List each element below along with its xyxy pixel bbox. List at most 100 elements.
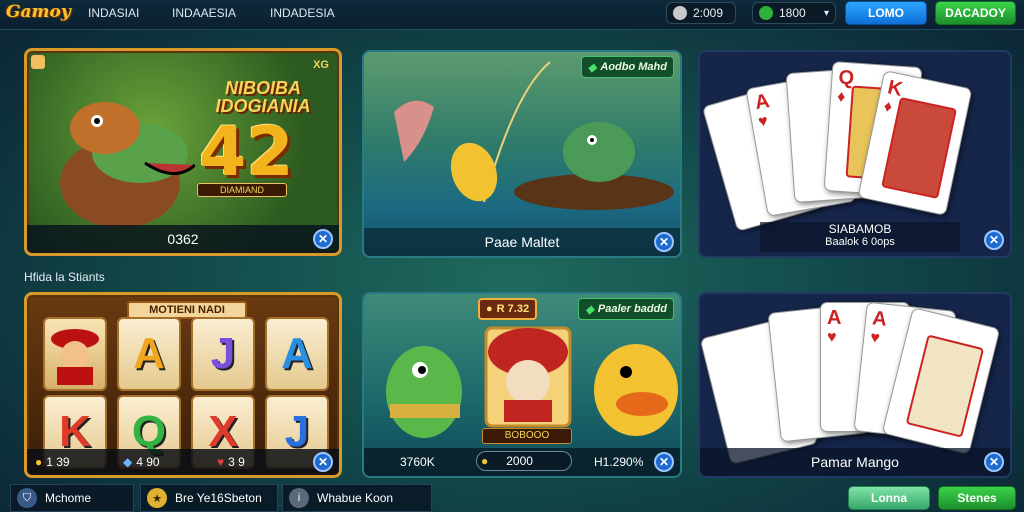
game-card-slot-42[interactable]: NIBOIBA IDOGIANIA 42 DIAMIAND XG 0362 ✕ (24, 48, 342, 256)
bottom-nav-second[interactable]: ★ Bre Ye16Sbeton (140, 484, 278, 512)
shield-icon: ⛉ (17, 488, 37, 508)
fishing-scene-art (394, 61, 674, 210)
fish-tag-right-text: Paaler baddd (597, 303, 667, 315)
close-icon[interactable]: ✕ (984, 452, 1004, 472)
diamond-icon: ♦ (836, 88, 846, 106)
king-face-art (881, 96, 957, 199)
avatar-icon (673, 6, 687, 20)
login-button[interactable]: LOMO (845, 1, 927, 25)
coin-icon: ● (481, 454, 489, 468)
top-bar: Gamoy INDASIAI INDAAESIA INDADESIA 2:009… (0, 0, 1024, 30)
card-rank: A (827, 307, 842, 329)
coin-icon: ● (35, 455, 43, 469)
coin-icon: ● (486, 303, 493, 315)
reel-cell: A (265, 317, 329, 391)
stat-value: 2000 (506, 454, 533, 468)
card-rank: K (707, 338, 727, 364)
heart-icon: ♥ (217, 455, 225, 469)
slot-title-text: NIBOIBA IDOGIANIA (215, 78, 311, 116)
fish-center-label: BOBOOO (482, 428, 572, 444)
nav-link-1[interactable]: INDASIAI (88, 6, 139, 20)
bottom-nav-third[interactable]: i Whabue Koon (282, 484, 432, 512)
card-rank: A (753, 90, 772, 115)
game-card-fishing[interactable]: ◆ Aodbo Mahd Paae Maltet ✕ (362, 50, 682, 258)
fishing-tag: ◆ Aodbo Mahd (580, 56, 674, 78)
close-icon[interactable]: ✕ (313, 452, 333, 472)
close-icon[interactable]: ✕ (654, 452, 674, 472)
heart-icon: ♥ (869, 329, 881, 348)
stat-value: 4 90 (136, 455, 160, 469)
card-footer: Paae Maltet (364, 228, 680, 256)
bottom-nav-home[interactable]: ⛉ Mchome (10, 484, 134, 512)
stat-value: 3760K (400, 455, 435, 469)
stat-right: H1.290% (594, 455, 643, 469)
footer-button-b[interactable]: Stenes (938, 486, 1016, 510)
info-icon: i (289, 488, 309, 508)
heart-icon: ♥ (827, 329, 837, 346)
register-button[interactable]: DACADOY (935, 1, 1016, 25)
stat-hearts: ♥ 3 9 (217, 455, 245, 469)
brand-logo[interactable]: Gamoy (6, 2, 71, 22)
dragon-creature-art (60, 102, 195, 228)
nav-link-3[interactable]: INDADESIA (270, 6, 335, 20)
fish-tag-right: ◆ Paaler baddd (578, 298, 674, 320)
close-icon[interactable]: ✕ (984, 230, 1004, 250)
stat-value: 1 39 (46, 455, 70, 469)
gem-icon: ◆ (585, 303, 594, 316)
stat-coins: ● 1 39 (35, 455, 70, 469)
card-rank: A (871, 307, 888, 331)
spade-icon: ♠ (909, 334, 922, 354)
pirate-character-icon (51, 329, 99, 385)
bottom-nav-label: Bre Ye16Sbeton (175, 491, 262, 505)
slot-big-number: 42 (199, 113, 294, 192)
slot-title-art: NIBOIBA IDOGIANIA (203, 79, 323, 115)
card-footer: Pamar Mango (700, 448, 1010, 476)
spade-icon: ♠ (794, 99, 805, 117)
stat-value: H1.290% (594, 455, 644, 469)
bottom-bar: ⛉ Mchome ★ Bre Ye16Sbeton i Whabue Koon … (0, 484, 1024, 512)
stat-value: 3 9 (228, 455, 245, 469)
heart-icon: ♥ (756, 112, 770, 131)
reel-cell: J (191, 317, 255, 391)
card-footer-label: 0362 (167, 231, 199, 247)
game-card-fish-characters[interactable]: ● R 7.32 ◆ Paaler baddd BOBOOO 3760K ● 20… (362, 292, 682, 478)
card-footer-subtitle: Baalok 6 0ops (825, 236, 895, 248)
stat-gems: ◆ 4 90 (123, 455, 160, 469)
card-rank: A (709, 105, 730, 131)
fish-tag-left: ● R 7.32 (478, 298, 538, 320)
spade-icon: ♠ (777, 338, 788, 357)
reel-cell: A (117, 317, 181, 391)
close-icon[interactable]: ✕ (313, 229, 333, 249)
fish-tag-left-text: R 7.32 (496, 303, 530, 315)
card-rank: K (774, 315, 792, 340)
card-footer: 0362 (27, 225, 339, 253)
spade-icon: ♠ (712, 361, 726, 380)
card-footer-title: SIABAMOB (828, 222, 892, 236)
balance-a-value: 2:009 (693, 6, 724, 20)
gem-icon: ◆ (123, 455, 133, 469)
gem-icon: ◆ (587, 61, 597, 74)
card-footer: SIABAMOB Baalok 6 0ops (760, 222, 960, 252)
star-icon: ★ (147, 488, 167, 508)
slot-subtitle: DIAMIAND (197, 183, 287, 197)
corner-badge: XG (313, 59, 329, 71)
corner-ornament-icon (31, 55, 45, 69)
card-footer-label: Paae Maltet (484, 234, 560, 250)
game-card-cards[interactable]: A ♠ A ♥ J ♠ Q ♦ K ♦ SIABAMOB Baalok 6 0ops ✕ (698, 50, 1012, 258)
close-icon[interactable]: ✕ (654, 232, 674, 252)
chevron-down-icon: ▾ (823, 7, 829, 19)
section-heading: Hfida la Stiants (24, 270, 105, 284)
spade-icon: ♠ (715, 128, 729, 148)
footer-button-a[interactable]: Lonna (848, 486, 930, 510)
diamond-icon: ♦ (882, 97, 894, 117)
game-card-slot-reels[interactable]: MOTIENI NADI A J A K Q X J ● 1 39 ◆ 4 90 ♥… (24, 292, 342, 478)
game-card-poker[interactable]: K ♠ K ♠ A ♥ A ♥ A ♠ Pamar Mango ✕ (698, 292, 1012, 478)
stat-center: ● 2000 (476, 451, 572, 471)
balance-pill-b[interactable]: 1800 ▾ (752, 2, 836, 24)
card-rank: J (792, 77, 806, 100)
fishing-tag-text: Aodbo Mahd (600, 61, 667, 73)
balance-pill-a[interactable]: 2:009 (666, 2, 736, 24)
bottom-nav-label: Mchome (45, 491, 92, 505)
fish-stats-bar: 3760K ● 2000 H1.290% (364, 448, 680, 476)
nav-link-2[interactable]: INDAAESIA (172, 6, 236, 20)
